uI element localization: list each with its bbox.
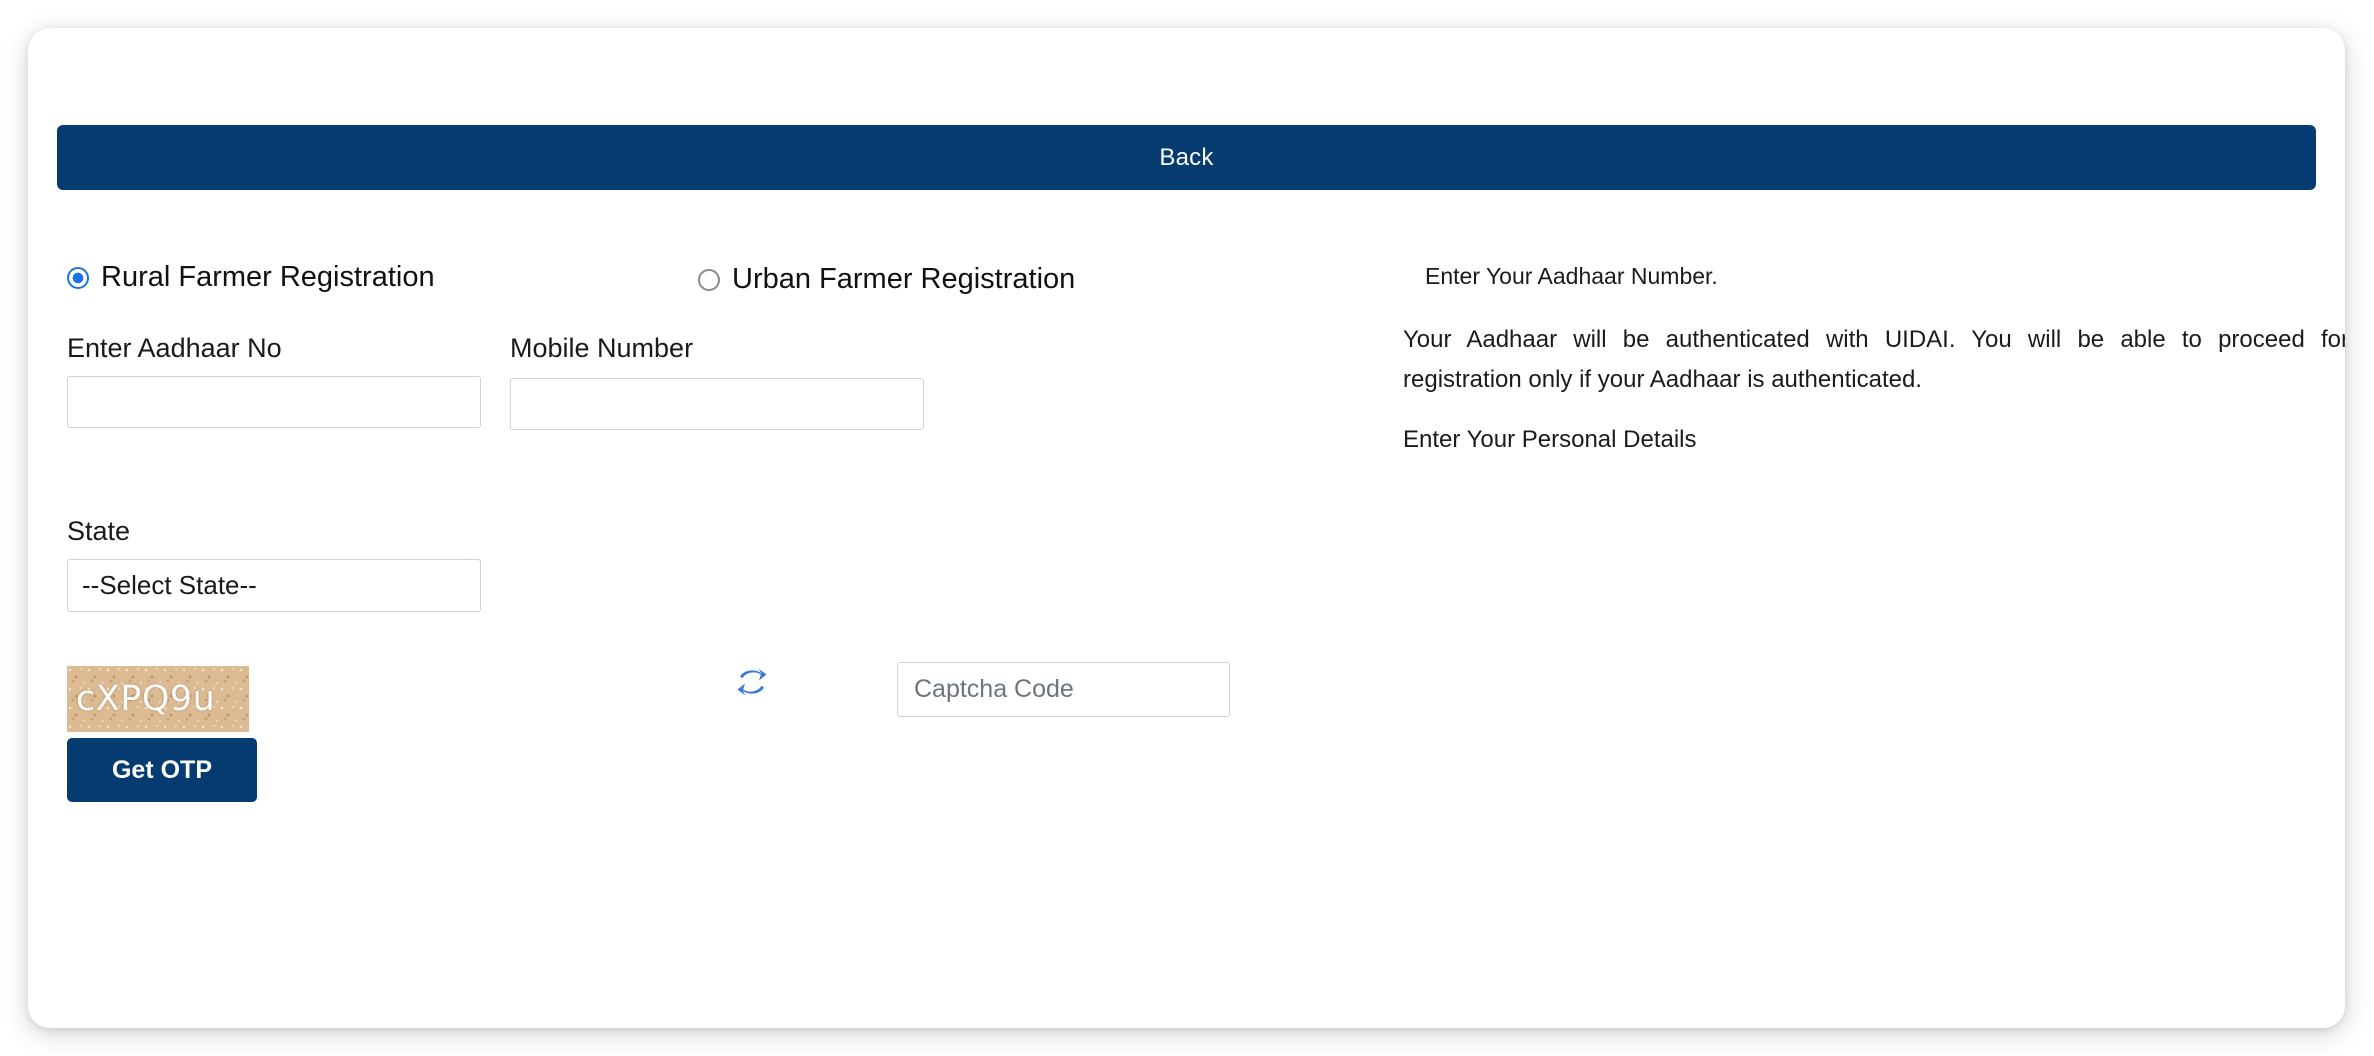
registration-type-group: Rural Farmer Registration Urban Farmer R… (57, 263, 1457, 303)
radio-rural-farmer-registration[interactable]: Rural Farmer Registration (67, 263, 435, 292)
aadhaar-input[interactable] (67, 376, 481, 428)
radio-urban-farmer-registration[interactable]: Urban Farmer Registration (698, 265, 1075, 294)
get-otp-button[interactable]: Get OTP (67, 738, 257, 802)
radio-rural-label: Rural Farmer Registration (101, 261, 435, 293)
captcha-image: cXPQ9u (67, 666, 249, 732)
aadhaar-label: Enter Aadhaar No (67, 333, 282, 363)
radio-selected-icon (67, 266, 89, 289)
registration-card: Back Rural Farmer Registration Urban Far… (28, 28, 2345, 1028)
state-label: State (67, 516, 131, 546)
captcha-input[interactable] (897, 662, 1230, 717)
state-select-value: --Select State-- (82, 570, 257, 600)
get-otp-label: Get OTP (111, 755, 212, 784)
page-root: Back Rural Farmer Registration Urban Far… (0, 0, 2374, 1056)
info-paragraph-text: Your Aadhaar will be authenticated with … (1403, 325, 2345, 393)
mobile-label: Mobile Number (510, 333, 694, 363)
back-button[interactable]: Back (57, 125, 2316, 190)
captcha-image-text: cXPQ9u (76, 678, 216, 719)
back-button-label: Back (1159, 143, 1214, 171)
captcha-refresh-button[interactable] (729, 659, 775, 705)
radio-urban-label: Urban Farmer Registration (732, 263, 1076, 295)
mobile-input[interactable] (510, 378, 924, 430)
info-lead-text: Enter Your Aadhaar Number. (1425, 263, 1718, 289)
aadhaar-info-panel: Enter Your Aadhaar Number. Your Aadhaar … (1403, 259, 2345, 458)
refresh-icon (737, 668, 767, 696)
info-tail-text: Enter Your Personal Details (1403, 426, 1697, 454)
radio-unselected-icon (698, 268, 720, 291)
state-select[interactable]: --Select State-- (67, 559, 481, 612)
